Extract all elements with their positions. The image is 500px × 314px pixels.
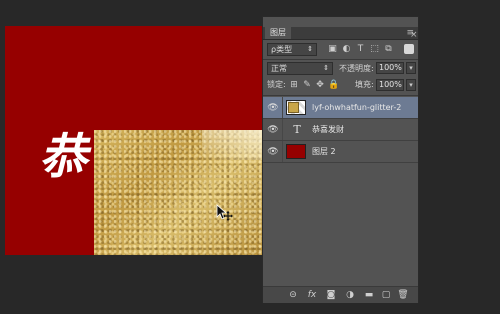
panel-tab-bar: 图层 ≡ [263, 27, 418, 40]
lock-position-icon[interactable]: ✥ [315, 79, 325, 91]
layer-name[interactable]: lyf-ohwhatfun-glitter-2 [312, 97, 401, 119]
layer-thumbnail [286, 144, 306, 159]
layer-row[interactable]: 👁 T 恭喜发财 [263, 119, 418, 141]
layers-footer-toolbar: ⊝ fx ◙ ◑ ▬ ▢ 🗑 [263, 286, 418, 303]
visibility-eye-icon[interactable]: 👁 [267, 124, 279, 136]
blend-mode-value: 正常 [271, 64, 287, 73]
divider [263, 59, 418, 60]
layer-name[interactable]: 恭喜发财 [312, 119, 344, 141]
fill-label: 填充: [355, 80, 374, 89]
layers-panel: 图层 ≡ ρ类型 ⇕ ▣ ◐ T ⬚ ⧉ 正常 ⇕ 不透明度: 100% ▾ 锁… [262, 16, 419, 303]
new-layer-icon[interactable]: ▢ [380, 289, 392, 301]
lock-row: 锁定: ⊞ ✎ ✥ 🔒 填充: 100% ▾ [263, 78, 418, 93]
divider [263, 95, 418, 96]
filter-kind-select[interactable]: ρ类型 ⇕ [267, 43, 317, 56]
divider [282, 97, 283, 118]
layers-list: 👁 lyf-ohwhatfun-glitter-2 👁 T 恭喜发财 👁 图层 … [263, 97, 418, 287]
move-cursor-icon [216, 204, 233, 221]
fx-icon[interactable]: fx [306, 289, 318, 301]
opacity-label: 不透明度: [339, 64, 374, 73]
chevron-updown-icon: ⇕ [307, 45, 313, 53]
document-canvas-area[interactable]: 恭喜发财 [0, 0, 262, 314]
lock-transparent-pixels-icon[interactable]: ⊞ [289, 79, 299, 91]
tab-layers[interactable]: 图层 [265, 27, 291, 39]
group-icon[interactable]: ▬ [363, 289, 375, 301]
divider [282, 141, 283, 162]
image-filter-icon[interactable]: ▣ [327, 44, 338, 55]
filter-toggle-switch[interactable] [404, 44, 414, 54]
glitter-texture-layer[interactable] [94, 130, 262, 255]
divider [282, 119, 283, 140]
text-layer-icon: T [293, 123, 301, 136]
layer-row[interactable]: 👁 图层 2 [263, 141, 418, 163]
adjustment-layer-icon[interactable]: ◑ [344, 289, 356, 301]
trash-icon[interactable]: 🗑 [397, 289, 409, 301]
layer-name[interactable]: 图层 2 [312, 141, 336, 163]
blend-row: 正常 ⇕ 不透明度: 100% ▾ [263, 61, 418, 76]
opacity-input[interactable]: 100% [376, 62, 404, 74]
type-filter-icon[interactable]: T [355, 44, 366, 55]
layer-mask-icon[interactable]: ◙ [325, 289, 337, 301]
adjustment-filter-icon[interactable]: ◐ [341, 44, 352, 55]
opacity-dropdown-button[interactable]: ▾ [406, 62, 416, 74]
lock-label: 锁定: [267, 80, 286, 89]
fill-dropdown-button[interactable]: ▾ [406, 79, 416, 91]
lock-all-icon[interactable]: 🔒 [328, 79, 339, 91]
layer-filter-row: ρ类型 ⇕ ▣ ◐ T ⬚ ⧉ [263, 41, 418, 59]
lock-image-pixels-icon[interactable]: ✎ [302, 79, 312, 91]
blend-mode-select[interactable]: 正常 ⇕ [267, 62, 333, 75]
shape-filter-icon[interactable]: ⬚ [369, 44, 380, 55]
visibility-eye-icon[interactable]: 👁 [267, 102, 279, 114]
link-layers-icon[interactable]: ⊝ [287, 289, 299, 301]
fill-input[interactable]: 100% [376, 79, 404, 91]
chevron-updown-icon: ⇕ [323, 64, 329, 72]
layer-row[interactable]: 👁 lyf-ohwhatfun-glitter-2 [263, 97, 418, 119]
smart-object-thumbnail [286, 100, 306, 115]
close-panel-icon[interactable]: × [410, 30, 418, 40]
smart-object-filter-icon[interactable]: ⧉ [383, 44, 394, 55]
filter-kind-label: ρ类型 [271, 45, 293, 54]
visibility-eye-icon[interactable]: 👁 [267, 146, 279, 158]
